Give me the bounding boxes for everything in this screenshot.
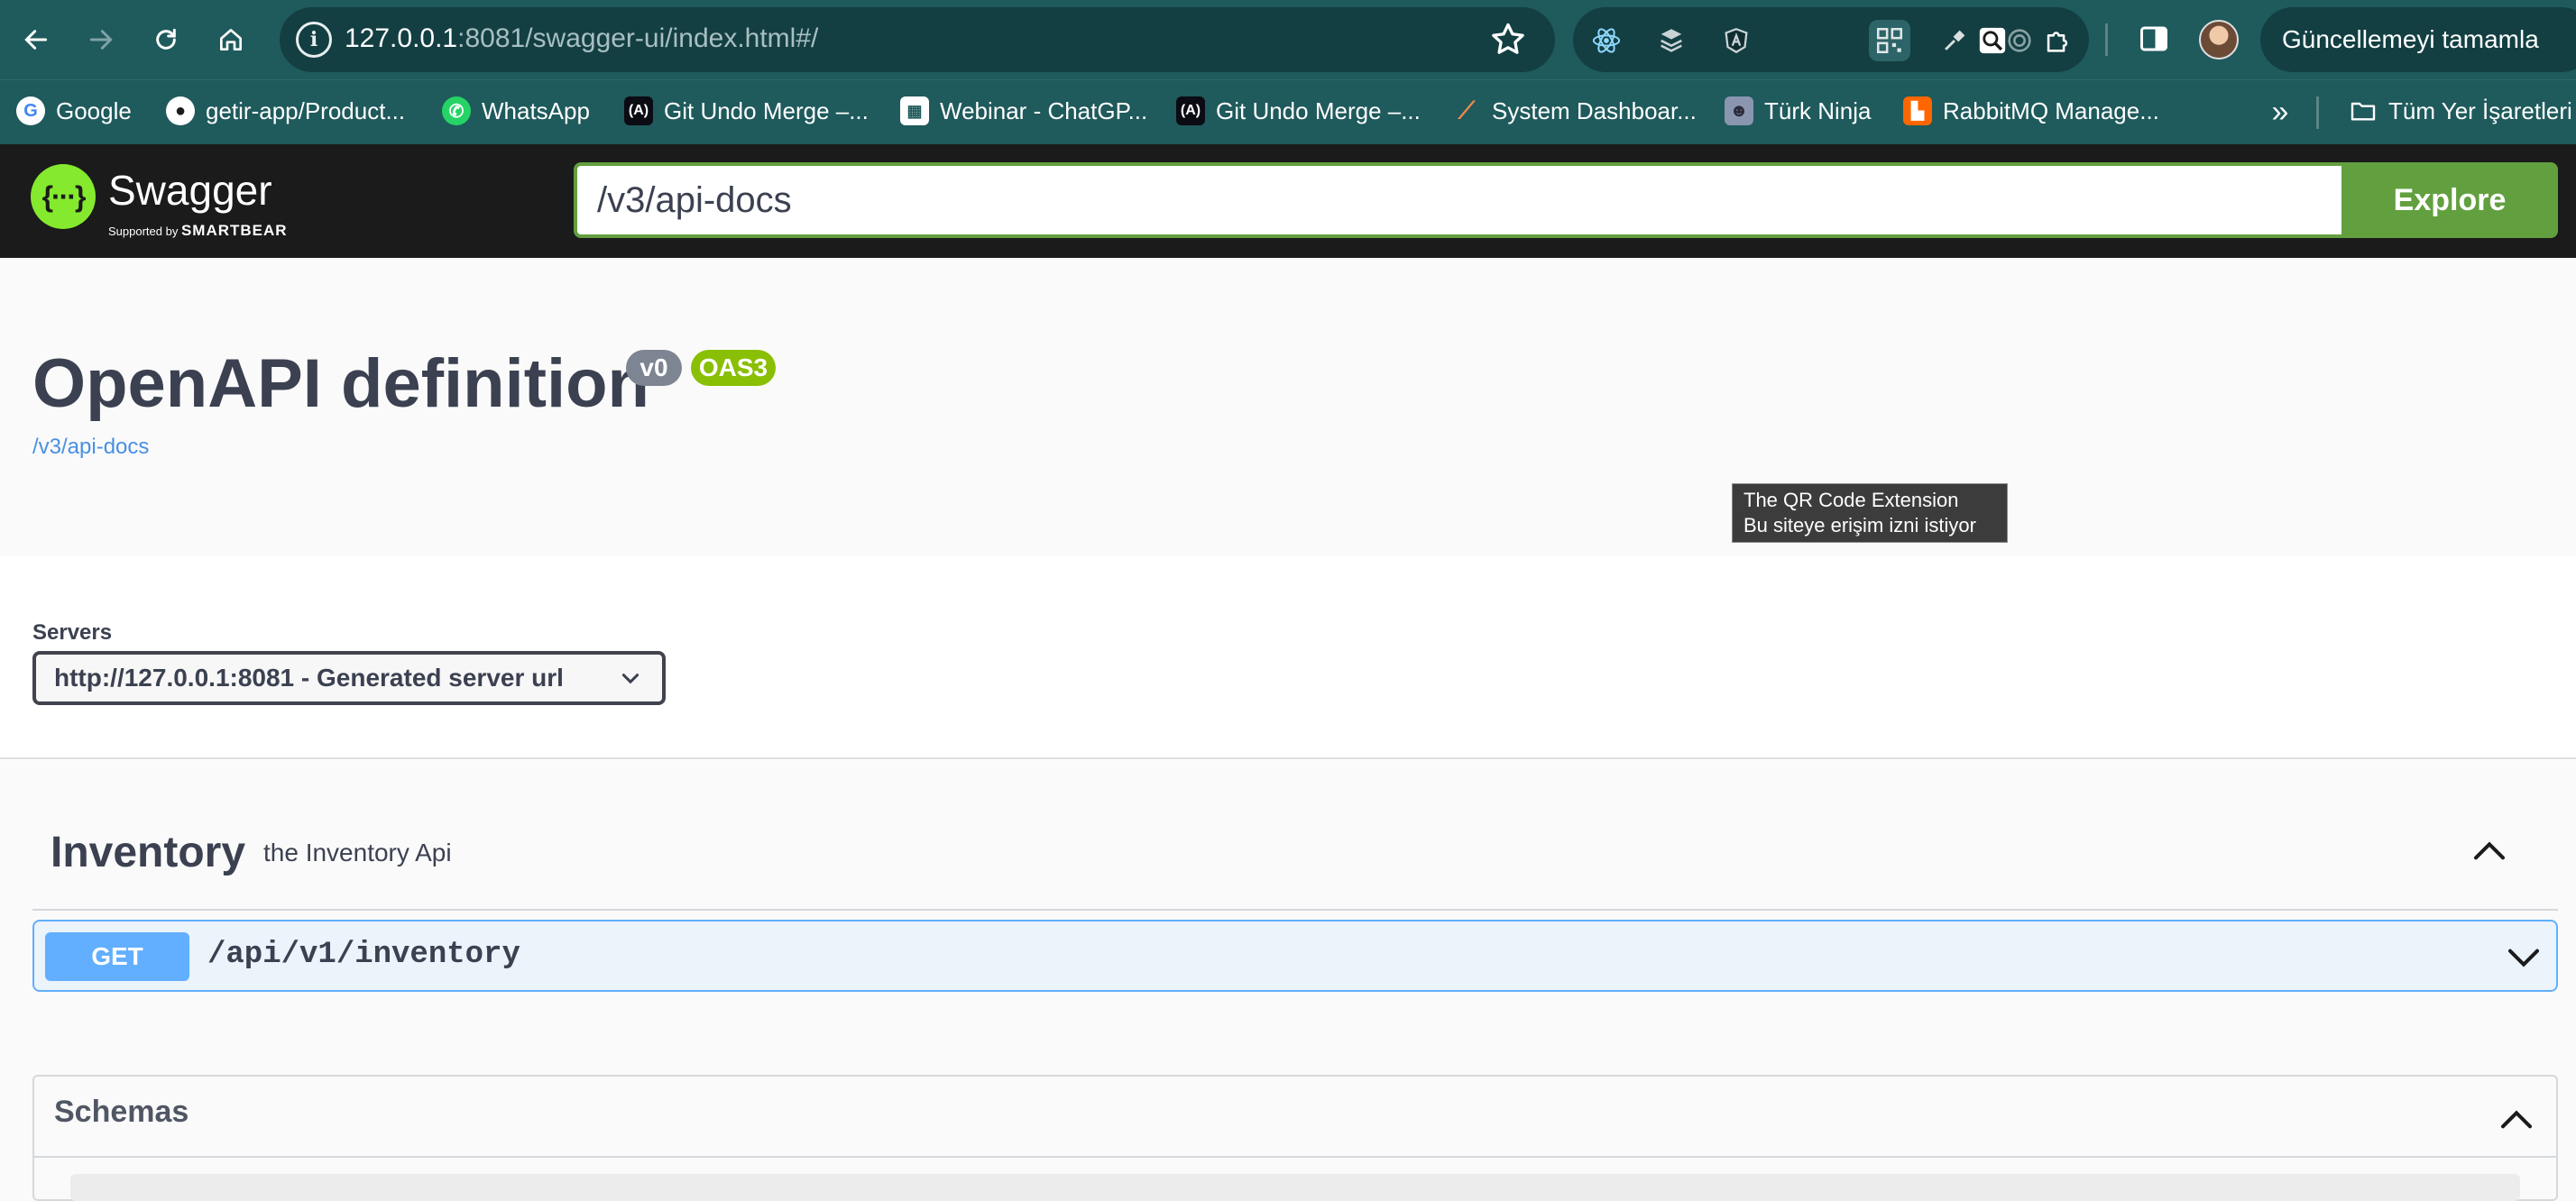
broom-extension-icon[interactable] [1934, 20, 1975, 61]
bookmark-getir-app[interactable]: ● getir-app/Product... [166, 93, 405, 129]
reload-icon [156, 28, 176, 50]
tag-title[interactable]: Inventory [51, 828, 245, 877]
forward-arrow-icon [89, 30, 113, 50]
folder-icon [2349, 96, 2378, 125]
github-icon: ● [166, 96, 195, 125]
angular-devtools-icon[interactable] [1716, 20, 1757, 61]
bookmark-star-icon[interactable] [1488, 20, 1528, 60]
site-info-icon[interactable]: i [296, 22, 332, 58]
home-icon [220, 29, 242, 50]
bookmark-google[interactable]: G Google [16, 93, 132, 129]
update-browser-button[interactable]: Güncellemeyi tamamla [2260, 7, 2576, 72]
schemas-title[interactable]: Schemas [54, 1095, 189, 1130]
react-devtools-icon[interactable] [1586, 20, 1627, 61]
google-icon: G [16, 96, 45, 125]
whatsapp-icon: ✆ [442, 96, 471, 125]
back-button[interactable] [13, 16, 60, 63]
bookmark-webinar[interactable]: ▦ Webinar - ChatGP... [900, 93, 1147, 129]
bookmark-system-dashboard[interactable]: ⟋ System Dashboar... [1452, 93, 1697, 129]
rabbitmq-icon: ▙ [1903, 96, 1932, 125]
calendar-icon: ▦ [900, 96, 929, 125]
layers-extension-icon[interactable] [1651, 20, 1692, 61]
version-badge: v0 [626, 350, 682, 386]
page-title: OpenAPI definition [32, 345, 649, 422]
api-docs-link[interactable]: /v3/api-docs [32, 435, 149, 460]
back-arrow-icon [24, 30, 48, 50]
toolbar-divider [2105, 23, 2108, 56]
servers-select[interactable]: http://127.0.0.1:8081 - Generated server… [32, 651, 666, 705]
tag-description: the Inventory Api [263, 839, 452, 866]
tag-divider [32, 909, 2558, 911]
side-panel-icon[interactable] [2138, 22, 2170, 56]
collapse-chevron-icon[interactable] [2498, 1105, 2535, 1132]
swagger-brand: Swagger [108, 167, 272, 214]
home-button[interactable] [207, 16, 254, 63]
qr-code-extension-icon[interactable] [1869, 20, 1910, 61]
http-method-badge: GET [45, 932, 189, 981]
servers-label: Servers [32, 620, 113, 645]
operations-section: Inventory the Inventory Api GET /api/v1/… [0, 759, 2576, 1201]
magnifier-extension-icon[interactable] [1972, 20, 2013, 61]
bookmark-git-undo-merge-1[interactable]: (A) Git Undo Merge –... [624, 93, 869, 129]
swagger-topbar: {···} Swagger Supported by SMARTBEAR /v3… [0, 144, 2576, 258]
address-url[interactable]: 127.0.0.1:8081/swagger-ui/index.html#/ [345, 23, 818, 54]
bookmark-git-undo-merge-2[interactable]: (A) Git Undo Merge –... [1176, 93, 1421, 129]
opblock-get-inventory[interactable]: GET /api/v1/inventory [32, 920, 2558, 992]
expand-chevron-icon[interactable] [2506, 945, 2542, 972]
smartbear-tagline: Supported by SMARTBEAR [108, 222, 288, 239]
ninja-icon: ☻ [1725, 96, 1753, 125]
collapse-chevron-icon[interactable] [2471, 837, 2507, 864]
bookmark-rabbitmq[interactable]: ▙ RabbitMQ Manage... [1903, 93, 2159, 129]
swagger-logo-icon[interactable]: {···} [31, 164, 96, 229]
chevron-down-icon [621, 674, 639, 684]
servers-section: Servers http://127.0.0.1:8081 - Generate… [0, 555, 2576, 759]
operation-path: /api/v1/inventory [207, 938, 520, 972]
forward-button[interactable] [78, 16, 124, 63]
bookmarks-divider [2316, 96, 2319, 129]
tool-icon: ⟋ [1458, 96, 1476, 124]
browser-toolbar: i 127.0.0.1:8081/swagger-ui/index.html#/… [0, 0, 2576, 79]
schemas-divider [34, 1156, 2556, 1158]
spec-url-input[interactable]: /v3/api-docs [574, 162, 2343, 238]
puzzle-extensions-icon[interactable] [2037, 20, 2078, 61]
all-bookmarks-folder[interactable]: Tüm Yer İşaretleri [2349, 93, 2572, 129]
schemas-section: Schemas [32, 1075, 2558, 1201]
more-bookmarks-chevron-icon[interactable]: » [2262, 95, 2298, 131]
reload-button[interactable] [143, 16, 189, 63]
api-info: OpenAPI definition v0 OAS3 /v3/api-docs [0, 258, 2576, 555]
bookmarks-bar: G Google ● getir-app/Product... ✆ WhatsA… [0, 79, 2576, 144]
bookmark-turk-ninja[interactable]: ☻ Türk Ninja [1725, 93, 1871, 129]
site-icon: (A) [1176, 96, 1205, 125]
explore-button[interactable]: Explore [2341, 162, 2558, 238]
profile-avatar[interactable] [2199, 20, 2239, 60]
site-icon: (A) [624, 96, 653, 125]
schema-model-row[interactable] [70, 1174, 2520, 1201]
oas-badge: OAS3 [691, 350, 776, 386]
bookmark-whatsapp[interactable]: ✆ WhatsApp [442, 93, 590, 129]
address-bar[interactable]: i 127.0.0.1:8081/swagger-ui/index.html#/ [280, 7, 1555, 72]
extension-tooltip: The QR Code Extension Bu siteye erişim i… [1732, 483, 2008, 543]
